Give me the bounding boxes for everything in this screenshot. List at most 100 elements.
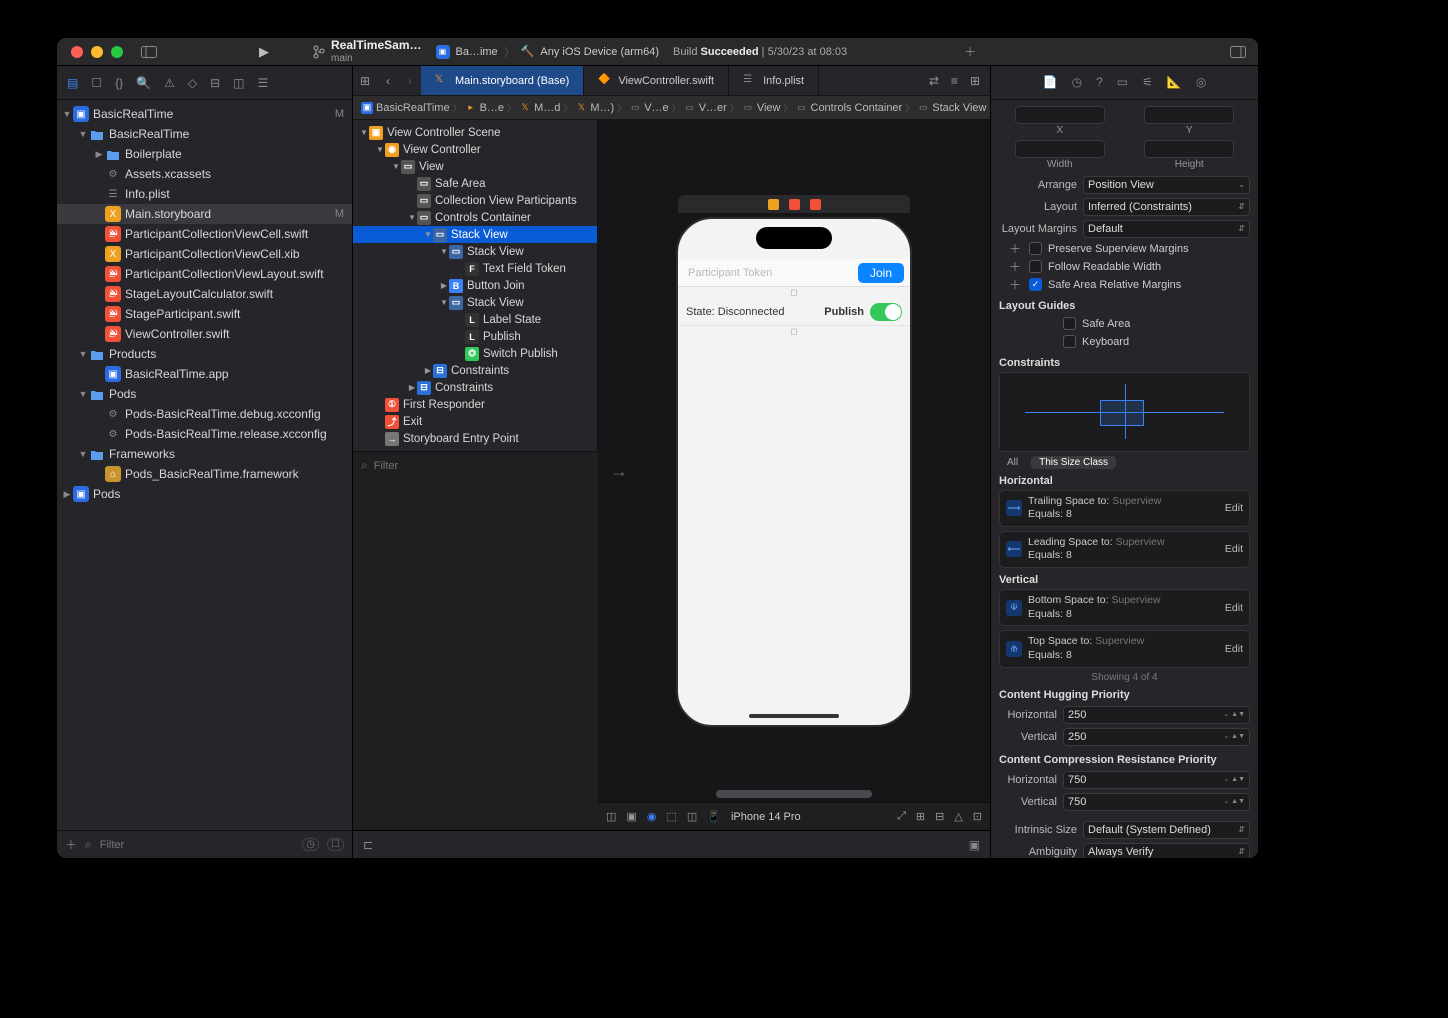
- size-class-all[interactable]: All: [999, 456, 1026, 469]
- crumb-item[interactable]: ▣BasicRealTime: [361, 102, 450, 114]
- add-button[interactable]: ＋: [65, 836, 77, 853]
- issue-tab-icon[interactable]: ⚠: [164, 76, 175, 90]
- filter-input[interactable]: [100, 839, 295, 851]
- device-icon[interactable]: 📱: [707, 810, 721, 823]
- crumb-item[interactable]: ▭V…er: [684, 102, 727, 114]
- adjust-icon[interactable]: ⊞: [970, 74, 980, 88]
- scheme-selector[interactable]: RealTimeSam… main: [313, 39, 422, 63]
- publish-switch[interactable]: [870, 303, 902, 321]
- crumb-item[interactable]: ▸B…e: [465, 102, 504, 114]
- tree-row[interactable]: ▼Pods: [57, 384, 352, 404]
- crumb-item[interactable]: ▭View: [742, 102, 781, 114]
- tree-row[interactable]: StageParticipant.swift: [57, 304, 352, 324]
- edit-button[interactable]: Edit: [1225, 543, 1243, 555]
- safe-area-guide-check[interactable]: [1063, 317, 1076, 330]
- intrinsic-select[interactable]: Default (System Defined)⇵: [1083, 821, 1250, 839]
- help-inspector-icon[interactable]: ?: [1096, 75, 1103, 89]
- back-button[interactable]: ‹: [377, 74, 399, 88]
- minimize-button[interactable]: [91, 46, 103, 58]
- document-outline[interactable]: ▼▣View Controller Scene▼◉View Controller…: [353, 120, 598, 451]
- scheme-app[interactable]: Ba…ime: [456, 46, 498, 58]
- size-inspector-icon[interactable]: 📐: [1167, 75, 1182, 89]
- zoom-button[interactable]: [111, 46, 123, 58]
- tree-row[interactable]: ⚙Pods-BasicRealTime.debug.xcconfig: [57, 404, 352, 424]
- scene-dock[interactable]: [678, 195, 910, 213]
- report-tab-icon[interactable]: ☰: [257, 76, 268, 90]
- tree-row[interactable]: ParticipantCollectionViewLayout.swift: [57, 264, 352, 284]
- constraint-top[interactable]: ⟰ Top Space to: SuperviewEquals: 8 Edit: [999, 630, 1250, 667]
- add-tab-button[interactable]: ＋: [955, 43, 985, 60]
- layout-select[interactable]: Inferred (Constraints)⇵: [1083, 198, 1250, 216]
- tree-row[interactable]: ▶▣Pods: [57, 484, 352, 504]
- outline-row[interactable]: FText Field Token: [353, 260, 597, 277]
- grid-icon[interactable]: ⊞: [353, 74, 377, 88]
- add-margin-button[interactable]: ＋: [1009, 276, 1023, 293]
- comp-h-field[interactable]: [1068, 774, 1223, 786]
- crumb-item[interactable]: ▭Stack View: [917, 102, 986, 114]
- outline-row[interactable]: ▭Safe Area: [353, 175, 597, 192]
- sidebar-toggle-icon[interactable]: [139, 44, 159, 60]
- pin-icon[interactable]: ⊞: [916, 810, 925, 823]
- outline-row[interactable]: ▶BButton Join: [353, 277, 597, 294]
- tree-row[interactable]: StageLayoutCalculator.swift: [57, 284, 352, 304]
- hug-v-field[interactable]: [1068, 731, 1223, 743]
- outline-row[interactable]: ⤴Exit: [353, 413, 597, 430]
- comp-v-field[interactable]: [1068, 796, 1223, 808]
- file-tree[interactable]: ▼ ▣ BasicRealTime M ▼BasicRealTime▶Boile…: [57, 100, 352, 830]
- participant-token-field[interactable]: [684, 265, 858, 281]
- tree-row[interactable]: ParticipantCollectionViewCell.swift: [57, 224, 352, 244]
- constraint-leading[interactable]: ⟵ Leading Space to: SuperviewEquals: 8 E…: [999, 531, 1250, 568]
- zoom-icon[interactable]: ⤢: [897, 810, 906, 823]
- outline-row[interactable]: ▼▭View: [353, 158, 597, 175]
- outline-row[interactable]: ▼▣View Controller Scene: [353, 124, 597, 141]
- entry-point-arrow-icon[interactable]: →: [610, 461, 628, 482]
- tree-row-root[interactable]: ▼ ▣ BasicRealTime M: [57, 104, 352, 124]
- outline-row[interactable]: ▼▭Stack View: [353, 294, 597, 311]
- keyboard-guide-check[interactable]: [1063, 335, 1076, 348]
- constraint-bottom[interactable]: ⟱ Bottom Space to: SuperviewEquals: 8 Ed…: [999, 589, 1250, 626]
- forward-button[interactable]: ›: [399, 74, 421, 88]
- editor-tab[interactable]: 🔶ViewController.swift: [584, 66, 729, 95]
- jump-icon[interactable]: ⇄: [929, 74, 939, 88]
- size-class-this[interactable]: This Size Class: [1031, 456, 1116, 469]
- file-inspector-icon[interactable]: 📄: [1043, 75, 1058, 89]
- breakpoint-tab-icon[interactable]: ◫: [233, 76, 244, 90]
- tree-row[interactable]: ViewController.swift: [57, 324, 352, 344]
- outline-row[interactable]: LPublish: [353, 328, 597, 345]
- navigator-filter[interactable]: ＋ ⌕ ◷ ☐: [57, 830, 352, 858]
- connections-inspector-icon[interactable]: ◎: [1196, 75, 1206, 89]
- outline-filter[interactable]: ⌕: [353, 451, 598, 479]
- test-tab-icon[interactable]: ◇: [188, 76, 197, 90]
- outline-row[interactable]: ▼◉View Controller: [353, 141, 597, 158]
- clock-icon[interactable]: ◷: [302, 838, 319, 851]
- arrange-select[interactable]: Position View⌄: [1083, 176, 1250, 194]
- debug-tab-icon[interactable]: ⊟: [210, 76, 220, 90]
- scheme-destination[interactable]: Any iOS Device (arm64): [540, 46, 659, 58]
- edit-button[interactable]: Edit: [1225, 602, 1243, 614]
- preserve-margins-check[interactable]: [1029, 242, 1042, 255]
- outline-row[interactable]: ▶⊟Constraints: [353, 362, 597, 379]
- add-margin-button[interactable]: ＋: [1009, 240, 1023, 257]
- resolve-icon[interactable]: △: [954, 810, 962, 823]
- embed-icon[interactable]: ⊡: [973, 810, 982, 823]
- add-margin-button[interactable]: ＋: [1009, 258, 1023, 275]
- tree-row[interactable]: ▼BasicRealTime: [57, 124, 352, 144]
- outline-row[interactable]: ▼▭Stack View: [353, 226, 597, 243]
- find-tab-icon[interactable]: 🔍: [136, 76, 151, 90]
- attributes-inspector-icon[interactable]: ⚟: [1142, 75, 1153, 89]
- tree-row[interactable]: ⚙Pods-BasicRealTime.release.xcconfig: [57, 424, 352, 444]
- folder-tab-icon[interactable]: ▤: [67, 76, 78, 90]
- tree-row[interactable]: ▣BasicRealTime.app: [57, 364, 352, 384]
- outline-row[interactable]: LLabel State: [353, 311, 597, 328]
- inspector-tabs[interactable]: 📄 ◷ ? ▭ ⚟ 📐 ◎: [991, 66, 1258, 100]
- history-inspector-icon[interactable]: ◷: [1072, 75, 1082, 89]
- edit-button[interactable]: Edit: [1225, 502, 1243, 514]
- editor-tab[interactable]: 𝕏Main.storyboard (Base): [421, 66, 584, 95]
- constraint-trailing[interactable]: ⟶ Trailing Space to: SuperviewEquals: 8 …: [999, 490, 1250, 527]
- exit-icon[interactable]: [810, 199, 821, 210]
- hug-h-field[interactable]: [1068, 709, 1223, 721]
- outline-filter-input[interactable]: [374, 460, 590, 472]
- tree-row[interactable]: ⌂Pods_BasicRealTime.framework: [57, 464, 352, 484]
- edit-button[interactable]: Edit: [1225, 643, 1243, 655]
- run-button[interactable]: ▶: [249, 44, 279, 60]
